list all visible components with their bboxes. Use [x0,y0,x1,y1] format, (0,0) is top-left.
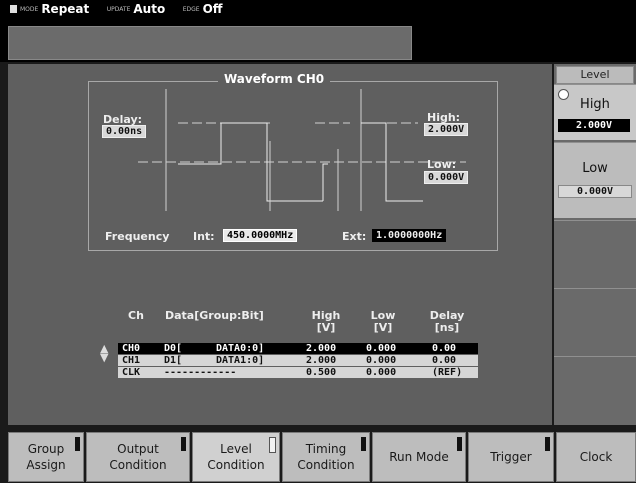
table-row[interactable]: CH1 D1[ DATA1:0] 2.000 0.000 0.00 [118,355,478,366]
softkey-marker [361,437,366,451]
softkey-label: Group [27,442,65,456]
cell-high: 0.500 [306,367,337,378]
int-frequency-value[interactable]: 450.0000MHz [223,229,298,242]
cell-low: 0.000 [366,343,397,354]
update-value: Auto [133,2,166,16]
ext-label: Ext: [342,230,367,243]
softkey-marker [457,437,462,451]
low-value[interactable]: 0.000V [424,171,469,184]
table-row[interactable]: CH0 D0[ DATA0:0] 2.000 0.000 0.00 [118,343,478,354]
softkey-group-assign[interactable]: Group Assign [8,432,84,482]
col-header-delay-unit: [ns] [434,321,460,334]
side-low-label: Low [582,161,608,176]
softkey-label: Condition [109,458,167,472]
cell-high: 2.000 [306,343,337,354]
softkey-label: Timing [305,442,347,456]
edge-value: Off [202,2,223,16]
softkey-label: Output [117,442,159,456]
message-area [8,26,412,60]
softkey-marker [75,437,80,451]
side-high-value: 2.000V [558,119,630,132]
cell-data-group: DATA0:0] [216,343,265,354]
table-row[interactable]: CLK ------------ 0.500 0.000 (REF) [118,367,478,378]
status-line: MODE Repeat UPDATE Auto EDGE Off [10,2,236,20]
softkey-run-mode[interactable]: Run Mode [372,432,466,482]
mode-label: MODE [20,5,39,13]
col-header-ch: Ch [128,309,144,322]
softkey-label: Assign [26,458,66,472]
side-high-button[interactable]: High 2.000V [554,84,636,140]
side-empty-slot[interactable] [554,356,636,424]
cell-delay: (REF) [432,367,463,378]
col-header-data: Data[Group:Bit] [165,309,264,322]
softkey-label: Clock [579,450,613,464]
cell-delay: 0.00 [432,355,457,366]
edge-label: EDGE [182,5,200,13]
frequency-label: Frequency [105,230,170,243]
side-empty-slot[interactable] [554,220,636,286]
side-empty-slot[interactable] [554,288,636,354]
high-value[interactable]: 2.000V [424,123,469,136]
side-menu: Level High 2.000V Low 0.000V [554,64,636,425]
cell-ch: CH0 [122,343,141,354]
softkey-label: Run Mode [389,450,449,464]
side-low-button[interactable]: Low 0.000V [554,142,636,218]
softkey-timing-condition[interactable]: Timing Condition [282,432,370,482]
cell-delay: 0.00 [432,343,457,354]
softkey-label: Condition [207,458,265,472]
softkey-marker [545,437,550,451]
cell-data-group: DATA1:0] [216,355,265,366]
cell-data-bit: ------------ [164,367,237,378]
softkey-level-condition[interactable]: Level Condition [192,432,280,482]
cell-high: 2.000 [306,355,337,366]
col-header-high-unit: [V] [316,321,336,334]
int-label: Int: [193,230,215,243]
softkey-clock[interactable]: Clock [556,432,636,482]
update-label: UPDATE [106,5,131,13]
cell-data-bit: D0[ [164,343,183,354]
side-menu-header: Level [556,66,634,84]
softkey-output-condition[interactable]: Output Condition [86,432,190,482]
col-header-low-unit: [V] [373,321,393,334]
side-high-label: High [580,97,610,112]
softkey-marker [269,437,276,453]
delay-value[interactable]: 0.00ns [102,125,147,138]
cell-data-bit: D1[ [164,355,183,366]
cell-low: 0.000 [366,367,397,378]
softkey-label: Condition [297,458,355,472]
mode-icon [10,5,17,13]
scroll-arrows-icon[interactable]: ▲ ▼ [100,343,108,363]
cell-low: 0.000 [366,355,397,366]
softkey-label: Trigger [490,450,532,464]
cell-ch: CLK [122,367,141,378]
ext-frequency-value[interactable]: 1.0000000Hz [372,229,447,242]
softkey-trigger[interactable]: Trigger [468,432,554,482]
low-label: Low: [427,158,457,171]
softkey-marker [181,437,186,451]
cell-ch: CH1 [122,355,141,366]
side-low-value: 0.000V [558,185,632,198]
softkey-label: Level [220,442,252,456]
mode-value: Repeat [41,2,90,16]
